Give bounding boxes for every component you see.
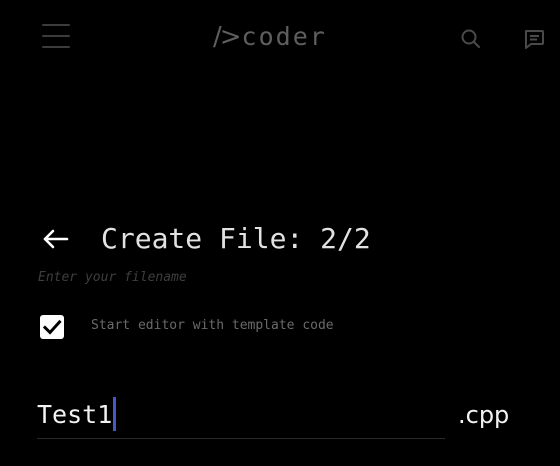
app-logo: /> coder [213,22,327,52]
template-code-label: Start editor with template code [91,318,334,333]
template-code-checkbox[interactable] [40,315,64,339]
filename-input[interactable]: Test1 [37,394,445,439]
filename-text: Test1 [37,400,113,429]
checkmark-icon [42,319,62,335]
logo-mark: /> [213,22,242,52]
file-extension: .cpp [458,401,510,429]
logo-text: coder [241,22,327,51]
filename-value: Test1 [37,396,117,434]
filename-hint: Enter your filename [38,270,187,285]
menu-line [42,46,70,48]
text-caret [113,397,117,431]
menu-line [42,24,70,26]
app-bar: /> coder [0,0,560,80]
page-title: Create File: 2/2 [101,222,371,255]
chat-bubble-icon[interactable] [522,28,546,52]
back-arrow-icon[interactable] [40,224,70,254]
search-icon[interactable] [460,28,482,50]
hamburger-menu-icon[interactable] [42,24,70,48]
menu-line [42,35,70,37]
